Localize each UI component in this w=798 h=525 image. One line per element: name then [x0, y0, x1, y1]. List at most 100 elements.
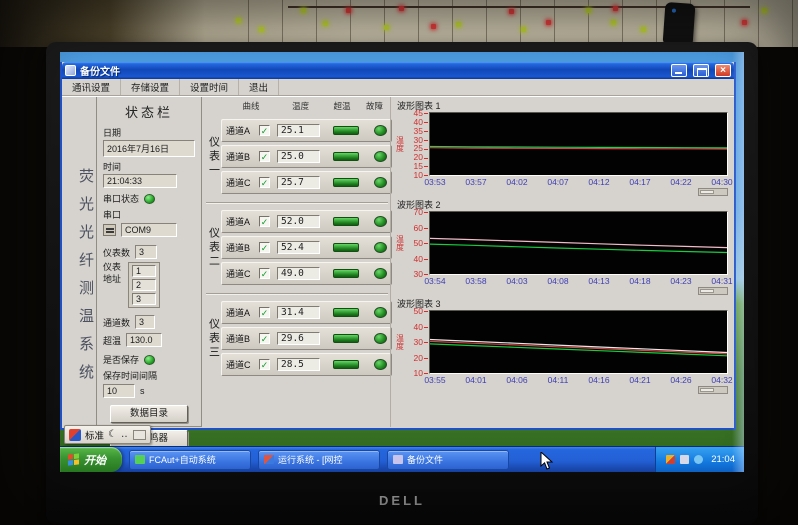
- soft-keyboard-icon[interactable]: [133, 430, 146, 440]
- curve-checkbox[interactable]: ✓: [259, 125, 270, 136]
- menu-set-time[interactable]: 设置时间: [180, 79, 239, 95]
- meter-address-3[interactable]: 3: [132, 293, 156, 305]
- overtemp-label: 超温: [103, 334, 121, 347]
- panel-led: [521, 27, 526, 32]
- waveform-chart-3: 波形图表 3 温度 1020304050 03:5504:0104:0604:1…: [395, 297, 728, 394]
- curve-checkbox[interactable]: ✓: [259, 177, 270, 188]
- menu-comm-settings[interactable]: 通讯设置: [62, 79, 121, 95]
- tray-icon[interactable]: [694, 455, 703, 464]
- curve-checkbox[interactable]: ✓: [259, 268, 270, 279]
- meter-address-1[interactable]: 1: [132, 265, 156, 277]
- meter-address-list: 1 2 3: [128, 262, 160, 308]
- ime-mode-icon[interactable]: [69, 429, 81, 441]
- channel-label: 通道C: [226, 267, 259, 280]
- halfwidth-moon-icon[interactable]: ☾: [108, 430, 117, 440]
- panel-led: [613, 6, 618, 11]
- channel-row: 通道A ✓ 52.0: [221, 210, 392, 233]
- save-interval-unit: s: [140, 386, 145, 396]
- channel-count-label: 通道数: [103, 316, 130, 329]
- menu-storage-settings[interactable]: 存储设置: [121, 79, 180, 95]
- chart-scrollbar[interactable]: [698, 188, 728, 196]
- x-axis-ticks: 03:5504:0104:0604:1104:1604:2104:2604:32: [429, 374, 728, 386]
- x-axis-ticks: 03:5403:5804:0304:0804:1304:1804:2304:31: [429, 275, 728, 287]
- channel-row: 通道B ✓ 29.6: [221, 327, 392, 350]
- temperature-value: 28.5: [277, 358, 320, 371]
- chart-scrollbar[interactable]: [698, 287, 728, 295]
- y-axis-label: 温度: [395, 211, 405, 275]
- system-name-label: 荧光光纤测温系统: [62, 97, 96, 427]
- status-panel: 状态栏 日期 2016年7月16日 时间 21:04:33 串口状态 串口 CO…: [96, 97, 202, 427]
- punctuation-icon[interactable]: ‥: [121, 430, 129, 440]
- plot-area: [429, 211, 728, 275]
- task-label: 备份文件: [407, 453, 443, 466]
- chart-scrollbar[interactable]: [698, 386, 728, 394]
- start-label: 开始: [84, 452, 106, 468]
- channel-count-value[interactable]: 3: [135, 315, 155, 329]
- window-icon: [65, 65, 76, 76]
- curve-checkbox[interactable]: ✓: [259, 242, 270, 253]
- task-icon: [135, 455, 145, 464]
- tray-icon[interactable]: [680, 455, 689, 464]
- date-value: 2016年7月16日: [103, 140, 195, 157]
- channel-table-header: 曲线 温度 超温 故障: [206, 99, 388, 112]
- panel-led: [641, 27, 646, 32]
- waveform-chart-2: 波形图表 2 温度 3040506070 03:5403:5804:0304:0…: [395, 198, 728, 295]
- taskbar-task-1[interactable]: FCAut+自动系统: [129, 450, 251, 470]
- y-axis-ticks: 3040506070: [405, 211, 429, 275]
- save-interval-value[interactable]: 10: [103, 384, 135, 398]
- channel-row: 通道A ✓ 31.4: [221, 301, 392, 324]
- channel-label: 通道B: [226, 332, 259, 345]
- close-button[interactable]: ×: [715, 64, 731, 77]
- meter-count-label: 仪表数: [103, 246, 130, 259]
- temperature-value: 52.0: [277, 215, 320, 228]
- instrument-3: 仪表三 通道A ✓ 31.4 通道B: [206, 294, 388, 384]
- date-label: 日期: [103, 126, 195, 139]
- minimize-button[interactable]: [671, 64, 687, 77]
- mimic-panel: [0, 0, 798, 47]
- curve-checkbox[interactable]: ✓: [259, 333, 270, 344]
- curve-checkbox[interactable]: ✓: [259, 307, 270, 318]
- data-directory-button[interactable]: 数据目录: [110, 405, 188, 423]
- overtemp-led: [333, 126, 359, 135]
- charts-area: 波形图表 1 温度 1015202530354045 03:5303:5704:…: [390, 97, 734, 427]
- curve-checkbox[interactable]: ✓: [259, 216, 270, 227]
- serial-status-label: 串口状态: [103, 192, 139, 205]
- menu-exit[interactable]: 退出: [239, 79, 279, 95]
- panel-led: [301, 8, 306, 13]
- fault-led: [374, 307, 387, 318]
- curve-checkbox[interactable]: ✓: [259, 151, 270, 162]
- photo-scene: 备份文件 × 通讯设置 存储设置 设置时间 退出 荧光光纤测温系统 状态栏: [0, 0, 798, 525]
- camera-device: [663, 2, 696, 47]
- header-overtemp: 超温: [323, 100, 361, 112]
- window-title: 备份文件: [80, 63, 665, 78]
- taskbar-task-3[interactable]: 备份文件: [387, 450, 509, 470]
- meter-address-2[interactable]: 2: [132, 279, 156, 291]
- y-axis-ticks: 1020304050: [405, 310, 429, 374]
- tray-icon[interactable]: [666, 455, 675, 464]
- channel-row: 通道A ✓ 25.1: [221, 119, 392, 142]
- serial-port-select[interactable]: COM9: [121, 223, 177, 237]
- curve-checkbox[interactable]: ✓: [259, 359, 270, 370]
- instrument-1: 仪表一 通道A ✓ 25.1 通道B: [206, 112, 388, 203]
- temperature-value: 25.0: [277, 150, 320, 163]
- fault-led: [374, 333, 387, 344]
- ime-language-bar[interactable]: 标准 ☾ ‥: [64, 425, 151, 444]
- windows-flag-icon: [68, 453, 79, 465]
- channel-row: 通道B ✓ 52.4: [221, 236, 392, 259]
- overtemp-led: [333, 360, 359, 369]
- panel-led: [323, 21, 328, 26]
- taskbar-task-2[interactable]: 运行系统 - [网控: [258, 450, 380, 470]
- ime-mode-label[interactable]: 标准: [85, 428, 104, 442]
- time-value: 21:04:33: [103, 174, 177, 188]
- start-button[interactable]: 开始: [60, 447, 122, 472]
- app-window: 备份文件 × 通讯设置 存储设置 设置时间 退出 荧光光纤测温系统 状态栏: [60, 62, 736, 430]
- overtemp-value[interactable]: 130.0: [126, 333, 162, 347]
- plot-area: [429, 310, 728, 374]
- maximize-button[interactable]: [693, 64, 709, 77]
- channel-row: 通道C ✓ 25.7: [221, 171, 392, 194]
- task-icon: [264, 455, 274, 464]
- meter-count-value[interactable]: 3: [135, 245, 157, 259]
- overtemp-led: [333, 334, 359, 343]
- window-titlebar[interactable]: 备份文件 ×: [62, 62, 734, 79]
- channel-label: 通道A: [226, 306, 259, 319]
